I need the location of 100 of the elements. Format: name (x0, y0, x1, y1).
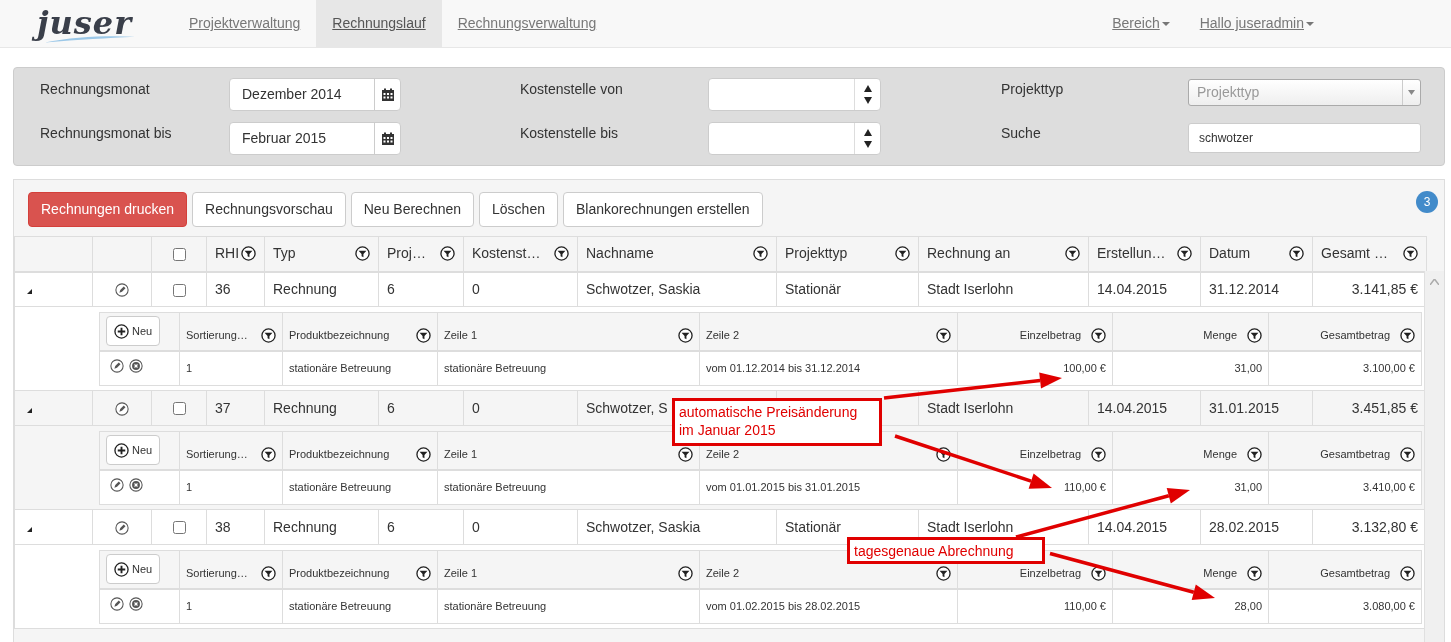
table-cell: 1 (186, 600, 193, 612)
spin-up-icon[interactable] (863, 85, 872, 92)
toolbar-button[interactable]: Rechnungen drucken (28, 191, 188, 227)
column-header[interactable]: Gesamtbetrag (1320, 446, 1390, 463)
number-field[interactable] (708, 78, 881, 111)
logo[interactable]: juser (34, 2, 139, 45)
column-header[interactable]: Zeile 2 (706, 327, 740, 344)
new-button[interactable]: Neu (106, 435, 161, 466)
column-header[interactable]: Menge (1203, 446, 1237, 463)
filter-icon[interactable] (416, 565, 431, 581)
table-cell: 0 (472, 399, 480, 416)
new-button[interactable]: Neu (106, 316, 161, 347)
date-input[interactable]: Dezember 2014 (230, 79, 374, 110)
expand-icon[interactable] (27, 288, 32, 294)
filter-icon[interactable] (261, 565, 276, 581)
column-header[interactable]: Zeile 2 (706, 565, 740, 582)
spin-down-icon[interactable] (863, 97, 872, 104)
expand-icon[interactable] (27, 407, 32, 413)
filter-icon[interactable] (1091, 565, 1106, 581)
spin-down-icon[interactable] (863, 141, 872, 148)
filter-icon[interactable] (1065, 246, 1080, 262)
filter-icon[interactable] (1403, 246, 1418, 262)
number-field[interactable] (708, 122, 881, 155)
filter-icon[interactable] (1091, 446, 1106, 462)
filter-icon[interactable] (1400, 327, 1415, 343)
filter-icon[interactable] (416, 327, 431, 343)
expand-icon[interactable] (27, 526, 32, 532)
filter-icon[interactable] (936, 446, 951, 462)
edit-icon[interactable] (110, 597, 124, 611)
date-field[interactable]: Februar 2015 (229, 122, 401, 155)
table-cell: Stationär (785, 518, 842, 535)
calendar-icon[interactable] (380, 87, 395, 102)
column-header[interactable]: Zeile 1 (444, 565, 478, 582)
filter-icon[interactable] (241, 246, 256, 262)
filter-icon[interactable] (678, 446, 693, 462)
date-field[interactable]: Dezember 2014 (229, 78, 401, 111)
filter-icon[interactable] (554, 246, 569, 262)
filter-icon[interactable] (416, 446, 431, 462)
column-header[interactable]: Gesamtbetrag (1320, 565, 1390, 582)
row-checkbox[interactable] (172, 521, 186, 535)
nav-tab[interactable]: Rechnungslauf (316, 0, 442, 47)
dropdown-menu[interactable]: Bereich (1097, 0, 1185, 47)
column-header[interactable]: Zeile 1 (444, 446, 478, 463)
new-button[interactable]: Neu (106, 554, 161, 585)
filter-icon[interactable] (678, 565, 693, 581)
column-header[interactable]: Menge (1203, 327, 1237, 344)
filter-icon[interactable] (261, 327, 276, 343)
column-header[interactable]: Menge (1203, 565, 1237, 582)
table-cell: 3.132,80 € (1351, 518, 1418, 535)
table-cell: vom 01.02.2015 bis 28.02.2015 (706, 600, 861, 612)
filter-icon[interactable] (1400, 446, 1415, 462)
edit-icon[interactable] (110, 478, 124, 492)
table-cell: Schwotzer, Saskia (586, 280, 701, 297)
toolbar-button[interactable]: Neu Berechnen (350, 191, 475, 227)
nav-tab[interactable]: Rechnungsverwaltung (441, 0, 613, 47)
filter-icon[interactable] (440, 246, 455, 262)
filter-icon[interactable] (1247, 446, 1262, 462)
column-header[interactable]: Typ (273, 243, 296, 265)
column-header[interactable]: Einzelbetrag (1019, 327, 1081, 344)
row-checkbox[interactable] (172, 402, 186, 416)
search-field[interactable]: schwotzer (1188, 123, 1421, 153)
dropdown-menu[interactable]: Hallo juseradmin (1184, 0, 1329, 47)
column-header[interactable]: Zeile 1 (444, 327, 478, 344)
nav-tab[interactable]: Projektverwaltung (173, 0, 317, 47)
edit-icon[interactable] (115, 283, 129, 298)
scrollbar[interactable] (1424, 271, 1444, 642)
filter-icon[interactable] (1177, 246, 1192, 262)
filter-icon[interactable] (1247, 327, 1262, 343)
calendar-icon[interactable] (380, 131, 395, 146)
table-cell: 1 (186, 481, 193, 493)
select-all-checkbox[interactable] (172, 248, 186, 262)
toolbar-button[interactable]: Löschen (479, 191, 558, 227)
filter-icon[interactable] (936, 327, 951, 343)
filter-icon[interactable] (1091, 327, 1106, 343)
column-header[interactable]: Einzelbetrag (1019, 565, 1081, 582)
filter-icon[interactable] (355, 246, 370, 262)
column-header[interactable]: Gesamtbetrag (1320, 327, 1390, 344)
delete-icon[interactable] (129, 597, 143, 611)
date-input[interactable]: Februar 2015 (230, 123, 374, 154)
filter-icon[interactable] (936, 565, 951, 581)
table-cell: Rechnung (273, 518, 337, 535)
filter-icon[interactable] (1289, 246, 1304, 262)
toolbar-button[interactable]: Blankorechnungen erstellen (563, 191, 763, 227)
column-header[interactable]: Zeile 2 (706, 446, 740, 463)
toolbar-button[interactable]: Rechnungsvorschau (192, 191, 346, 227)
table-cell: 0 (472, 518, 480, 535)
delete-icon[interactable] (129, 359, 143, 373)
row-checkbox[interactable] (172, 283, 186, 297)
filter-icon[interactable] (1400, 565, 1415, 581)
spin-up-icon[interactable] (863, 129, 872, 136)
filter-icon[interactable] (895, 246, 910, 262)
edit-icon[interactable] (115, 520, 129, 535)
edit-icon[interactable] (110, 359, 124, 373)
delete-icon[interactable] (129, 478, 143, 492)
filter-icon[interactable] (261, 446, 276, 462)
edit-icon[interactable] (115, 401, 129, 416)
filter-icon[interactable] (678, 327, 693, 343)
filter-icon[interactable] (753, 246, 768, 262)
filter-icon[interactable] (1247, 565, 1262, 581)
column-header[interactable]: Einzelbetrag (1019, 446, 1081, 463)
